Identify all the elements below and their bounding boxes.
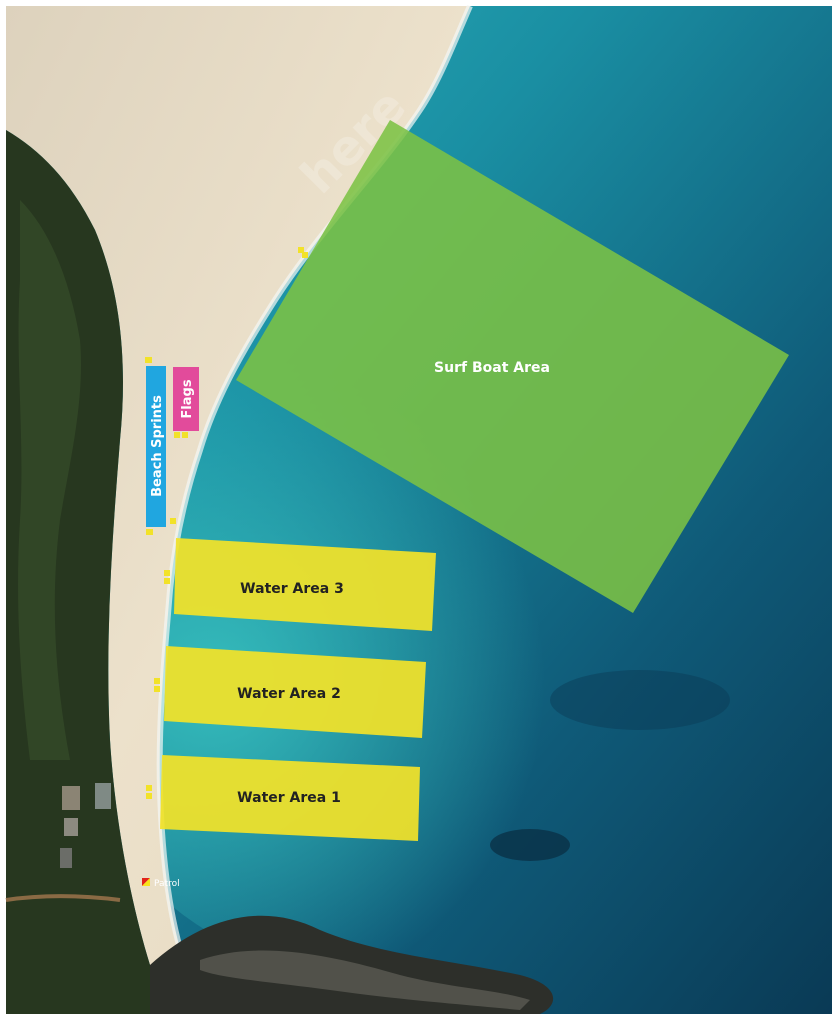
marker: [174, 432, 180, 438]
beach-sprints-label: Beach Sprints: [150, 395, 165, 497]
marker: [164, 578, 170, 584]
reef-dark: [550, 670, 730, 730]
marker: [146, 785, 152, 791]
water-area-2-label: Water Area 2: [237, 686, 341, 702]
flags-label: Flags: [180, 379, 195, 418]
building: [95, 783, 111, 809]
patrol-label: Patrol: [154, 879, 180, 889]
beach-map: here Surf Boat Area Water Area 3 Water A…: [0, 0, 837, 1019]
marker: [145, 357, 152, 363]
marker: [146, 793, 152, 799]
marker: [302, 252, 308, 258]
marker: [170, 518, 176, 524]
marker: [154, 686, 160, 692]
zone-flags: Flags: [173, 367, 199, 431]
zone-water-area-1: Water Area 1: [160, 755, 420, 841]
building: [62, 786, 80, 810]
marker: [146, 529, 153, 535]
water-area-3-label: Water Area 3: [240, 581, 344, 597]
surf-boat-area-label: Surf Boat Area: [434, 360, 550, 376]
building: [60, 848, 72, 868]
marker: [164, 570, 170, 576]
marker: [154, 678, 160, 684]
building: [64, 818, 78, 836]
water-area-1-label: Water Area 1: [237, 790, 341, 806]
reef-patch: [490, 829, 570, 861]
marker: [182, 432, 188, 438]
zone-beach-sprints: Beach Sprints: [146, 366, 166, 527]
